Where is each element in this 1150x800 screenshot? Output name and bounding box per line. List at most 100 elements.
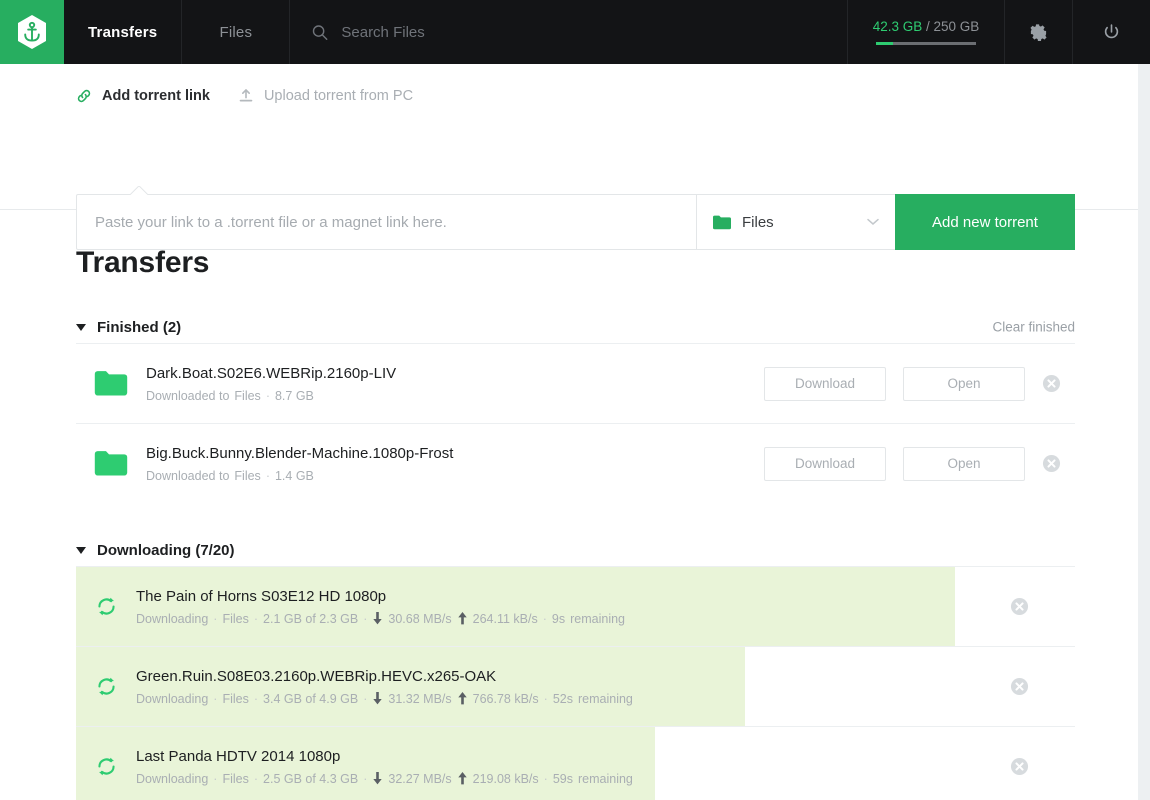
transfer-meta: Downloading · Files · 2.5 GB of 4.3 GB ·… [136,772,1075,786]
storage-progress-fill [876,42,893,45]
transfer-folder: Files [222,772,248,786]
caret-down-icon-finished[interactable] [76,324,86,331]
clear-finished-button[interactable]: Clear finished [992,320,1075,335]
transfer-status: Downloading [136,612,208,626]
transfer-download-speed: 30.68 MB/s [388,612,451,626]
row-text-block: Big.Buck.Bunny.Blender-Machine.1080p-Fro… [146,445,764,483]
row-text-block: The Pain of Horns S03E12 HD 1080p Downlo… [136,588,1075,626]
transfer-progress-text: 2.5 GB of 4.3 GB [263,772,358,786]
row-actions: Download Open [764,367,1075,401]
nav-tab-transfers-label: Transfers [88,24,157,41]
add-torrent-panel: Add torrent link Upload torrent from PC … [0,64,1138,210]
transfer-eta-suffix: remaining [570,612,625,626]
transfer-upload-speed: 264.11 kB/s [473,612,538,626]
transfer-status: Downloaded to [146,389,229,403]
transfer-progress-text: 2.1 GB of 2.3 GB [263,612,358,626]
transfer-name: Dark.Boat.S02E6.WEBRip.2160p-LIV [146,365,764,382]
settings-button[interactable] [1005,0,1073,64]
remove-circle-icon [1010,677,1029,696]
meta-separator: · [213,772,217,786]
meta-separator: · [266,469,270,483]
scrollbar-thumb[interactable] [1138,64,1150,364]
transfer-folder: Files [234,469,260,483]
meta-separator: · [363,692,367,706]
sync-arrows-icon [96,756,117,777]
transfer-size: 1.4 GB [275,469,314,483]
power-button[interactable] [1073,0,1150,64]
row-actions: Download Open [764,447,1075,481]
transfer-folder: Files [222,692,248,706]
transfer-upload-speed: 766.78 kB/s [473,692,539,706]
tab-add-torrent-link[interactable]: Add torrent link [76,88,210,104]
nav-tab-transfers[interactable]: Transfers [64,0,182,64]
remove-transfer-button[interactable] [1042,454,1061,473]
tab-add-torrent-link-label: Add torrent link [102,88,210,104]
storage-total: 250 GB [934,19,980,34]
search-input[interactable] [341,24,825,41]
remove-transfer-button[interactable] [1010,677,1029,696]
nav-tab-files-label: Files [220,24,253,41]
row-actions [1010,647,1075,726]
table-row[interactable]: Dark.Boat.S02E6.WEBRip.2160p-LIV Downloa… [76,343,1075,423]
transfer-download-speed: 32.27 MB/s [388,772,451,786]
meta-separator: · [544,692,548,706]
section-header-finished: Finished (2) Clear finished [76,311,1075,343]
transfer-folder: Files [222,612,248,626]
row-actions [1010,567,1075,646]
transfer-upload-speed: 219.08 kB/s [473,772,539,786]
meta-separator: · [254,772,258,786]
remove-transfer-button[interactable] [1010,597,1029,616]
transfer-eta-suffix: remaining [578,692,633,706]
open-button[interactable]: Open [903,447,1025,481]
page-scrollbar[interactable] [1138,64,1150,800]
storage-used: 42.3 GB [873,19,923,34]
transfer-eta: 52s [553,692,573,706]
sync-arrows-icon [96,676,117,697]
transfer-name: Green.Ruin.S08E03.2160p.WEBRip.HEVC.x265… [136,668,1075,685]
remove-circle-icon [1042,374,1061,393]
arrow-up-icon [457,692,468,705]
arrow-up-icon [457,772,468,785]
row-text-block: Green.Ruin.S08E03.2160p.WEBRip.HEVC.x265… [136,668,1075,706]
folder-icon [94,450,128,477]
section-title-downloading: Downloading (7/20) [97,542,235,559]
download-button[interactable]: Download [764,367,886,401]
downloading-transfers-list: The Pain of Horns S03E12 HD 1080p Downlo… [76,566,1075,800]
transfer-eta-suffix: remaining [578,772,633,786]
table-row[interactable]: The Pain of Horns S03E12 HD 1080p Downlo… [76,566,1075,646]
open-button[interactable]: Open [903,367,1025,401]
row-text-block: Last Panda HDTV 2014 1080p Downloading ·… [136,748,1075,786]
row-folder-icon-wrap [76,370,146,397]
transfer-folder: Files [234,389,260,403]
arrow-up-icon [457,612,468,625]
caret-down-icon-downloading[interactable] [76,547,86,554]
link-chain-icon [76,88,92,104]
search-bar[interactable] [290,0,848,64]
transfer-status: Downloading [136,692,208,706]
remove-circle-icon [1010,597,1029,616]
remove-transfer-button[interactable] [1010,757,1029,776]
remove-transfer-button[interactable] [1042,374,1061,393]
meta-separator: · [543,612,547,626]
tab-upload-torrent[interactable]: Upload torrent from PC [238,88,413,104]
nav-tab-files[interactable]: Files [182,0,290,64]
power-icon [1102,23,1121,42]
meta-separator: · [266,389,270,403]
section-title-finished: Finished (2) [97,319,181,336]
table-row[interactable]: Green.Ruin.S08E03.2160p.WEBRip.HEVC.x265… [76,646,1075,726]
tab-upload-torrent-label: Upload torrent from PC [264,88,413,104]
main-content: Transfers Finished (2) Clear finished Da… [0,210,1138,800]
app-logo[interactable] [0,0,64,64]
row-sync-icon-wrap [76,676,136,697]
remove-circle-icon [1010,757,1029,776]
meta-separator: · [254,692,258,706]
top-navigation-bar: Transfers Files 42.3 GB / 250 GB [0,0,1150,64]
transfer-name: The Pain of Horns S03E12 HD 1080p [136,588,1075,605]
table-row[interactable]: Last Panda HDTV 2014 1080p Downloading ·… [76,726,1075,800]
meta-separator: · [254,612,258,626]
table-row[interactable]: Big.Buck.Bunny.Blender-Machine.1080p-Fro… [76,423,1075,503]
download-button[interactable]: Download [764,447,886,481]
transfer-eta: 59s [553,772,573,786]
anchor-hexagon-logo-icon [16,14,48,50]
row-folder-icon-wrap [76,450,146,477]
